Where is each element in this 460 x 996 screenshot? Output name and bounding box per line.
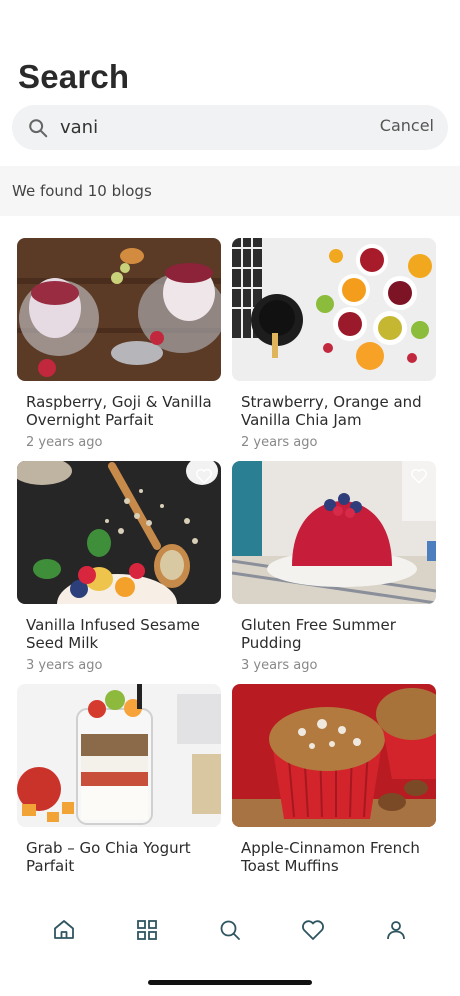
blog-date: 3 years ago — [26, 658, 103, 673]
search-icon — [26, 116, 50, 140]
blog-card[interactable]: Vanilla Infused Sesame Seed Milk 3 years… — [17, 461, 221, 673]
blog-thumbnail — [232, 461, 436, 604]
blog-title: Raspberry, Goji & Vanilla Overnight Parf… — [26, 393, 212, 429]
profile-icon — [384, 918, 408, 947]
tab-home[interactable] — [44, 900, 84, 950]
blog-title: Apple-Cinnamon French Toast Muffins — [241, 839, 420, 875]
tab-search[interactable] — [210, 900, 250, 950]
blog-thumbnail — [232, 238, 436, 381]
search-input[interactable] — [60, 112, 360, 143]
blog-date: 2 years ago — [241, 435, 318, 450]
cancel-button[interactable]: Cancel — [380, 116, 434, 135]
blog-card[interactable]: Grab – Go Chia Yogurt Parfait — [17, 684, 221, 894]
blog-thumbnail — [232, 684, 436, 827]
blog-card[interactable]: Gluten Free Summer Pudding 3 years ago — [232, 461, 436, 673]
grid-icon — [135, 918, 159, 947]
blog-card[interactable]: Apple-Cinnamon French Toast Muffins — [232, 684, 436, 894]
blog-card[interactable]: Raspberry, Goji & Vanilla Overnight Parf… — [17, 238, 221, 450]
results-count: We found 10 blogs — [12, 182, 152, 200]
blog-title: Grab – Go Chia Yogurt Parfait — [26, 839, 191, 875]
tab-categories[interactable] — [127, 900, 167, 950]
home-indicator — [148, 980, 312, 985]
blog-date: 2 years ago — [26, 435, 103, 450]
home-icon — [52, 918, 76, 947]
blog-thumbnail — [17, 461, 221, 604]
blog-thumbnail — [17, 238, 221, 381]
blog-date: 3 years ago — [241, 658, 318, 673]
blog-title: Vanilla Infused Sesame Seed Milk — [26, 616, 200, 652]
blog-title: Strawberry, Orange and Vanilla Chia Jam — [241, 393, 422, 429]
tab-favorites[interactable] — [293, 900, 333, 950]
results-summary-bar: We found 10 blogs — [0, 166, 460, 216]
heart-icon — [300, 918, 326, 947]
page-title: Search — [18, 58, 130, 95]
tab-profile[interactable] — [376, 900, 416, 950]
search-bar[interactable]: Cancel — [12, 105, 448, 150]
heart-icon[interactable] — [193, 465, 215, 487]
blog-title: Gluten Free Summer Pudding — [241, 616, 396, 652]
search-icon — [218, 918, 242, 947]
blog-card[interactable]: Strawberry, Orange and Vanilla Chia Jam … — [232, 238, 436, 450]
heart-icon[interactable] — [408, 465, 430, 487]
blog-thumbnail — [17, 684, 221, 827]
bottom-tab-bar — [0, 900, 460, 960]
